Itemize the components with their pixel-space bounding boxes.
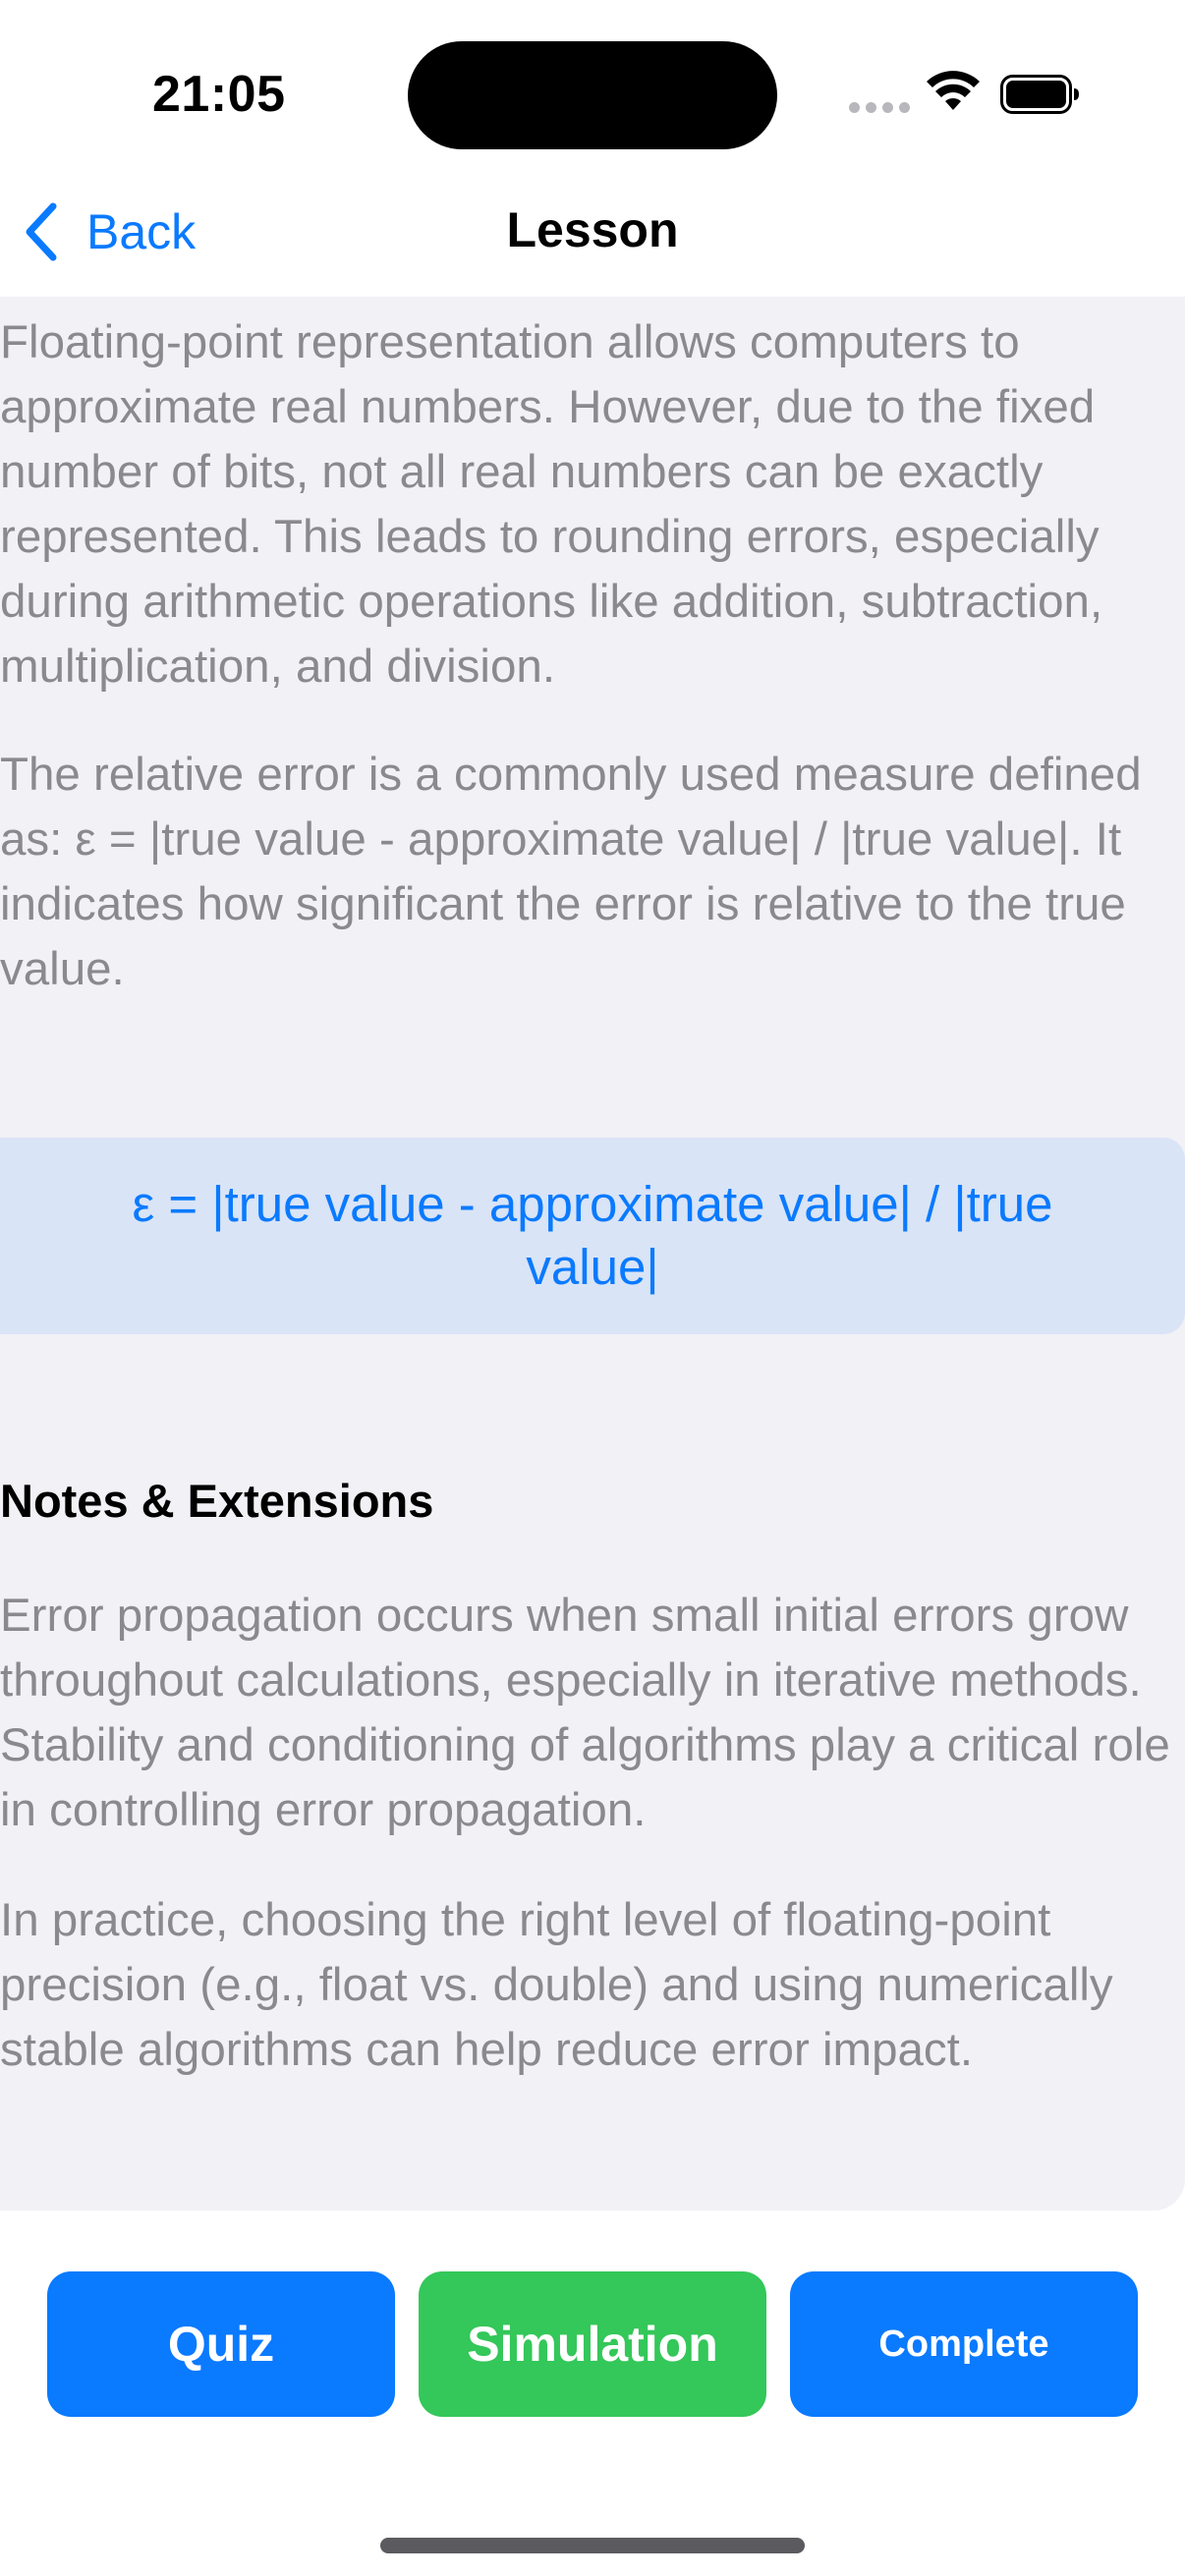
- notes-paragraph: Error propagation occurs when small init…: [0, 1590, 1170, 1836]
- notes-heading: Notes & Extensions: [0, 1475, 434, 1527]
- simulation-button[interactable]: Simulation: [419, 2271, 766, 2417]
- home-indicator[interactable]: [380, 2538, 805, 2553]
- quiz-button[interactable]: Quiz: [47, 2271, 395, 2417]
- page-title: Lesson: [506, 202, 679, 257]
- lesson-paragraph: Floating-point representation allows com…: [0, 316, 1103, 693]
- lesson-screen: 21:05 Back Lesson Floating-point represe…: [0, 0, 1185, 2576]
- complete-button[interactable]: Complete: [790, 2271, 1138, 2417]
- dynamic-island: [408, 41, 777, 149]
- status-time: 21:05: [152, 66, 286, 123]
- wifi-icon: [927, 71, 980, 110]
- cellular-signal-icon: [849, 102, 910, 113]
- lesson-paragraph: The relative error is a commonly used me…: [0, 749, 1142, 995]
- formula-text: ε = |true value - approximate value| / |…: [132, 1176, 1053, 1295]
- lesson-content[interactable]: Floating-point representation allows com…: [0, 297, 1185, 2211]
- battery-icon: [1000, 75, 1079, 114]
- notes-paragraph: In practice, choosing the right level of…: [0, 1894, 1113, 2076]
- formula-box: ε = |true value - approximate value| / |…: [0, 1138, 1185, 1334]
